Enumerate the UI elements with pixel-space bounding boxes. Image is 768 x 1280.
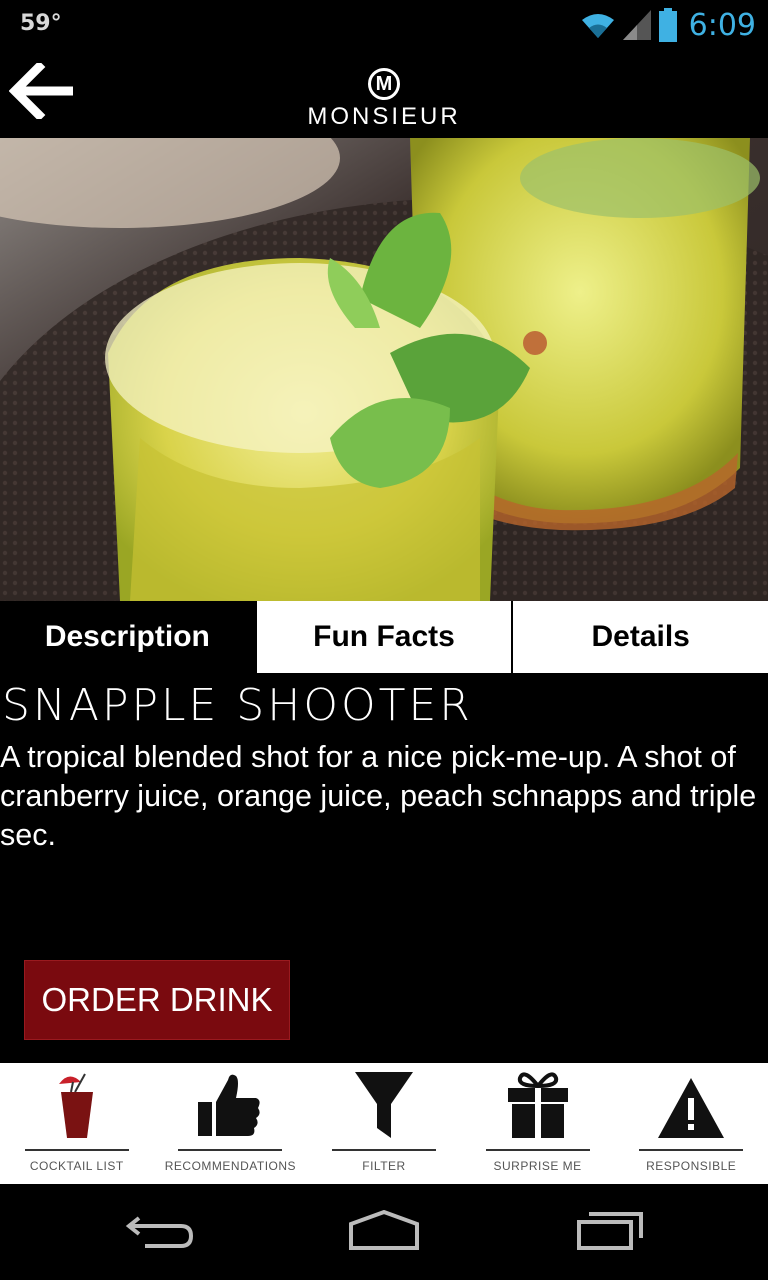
nav-label: COCKTAIL LIST [29, 1159, 124, 1173]
nav-underline [485, 1149, 590, 1151]
system-home-icon [347, 1209, 421, 1255]
status-bar: 59° 6:09 [0, 0, 768, 50]
brand-mark: M [368, 68, 400, 100]
nav-surprise-me[interactable]: SURPRISE ME [461, 1063, 615, 1184]
bottom-nav: COCKTAIL LIST RECOMMENDATIONS FILTER SUR… [0, 1063, 768, 1184]
tab-fun-facts[interactable]: Fun Facts [254, 601, 512, 673]
nav-label: RECOMMENDATIONS [164, 1159, 297, 1173]
nav-label: FILTER [362, 1159, 406, 1173]
gift-icon [507, 1072, 568, 1143]
system-back-icon [125, 1212, 195, 1253]
drink-photo [0, 138, 768, 601]
tab-description[interactable]: Description [0, 601, 255, 673]
system-recents-icon [575, 1210, 645, 1255]
system-nav-bar [0, 1184, 768, 1280]
nav-underline [178, 1149, 283, 1151]
thumbs-up-icon [198, 1072, 262, 1143]
system-home-button[interactable] [329, 1206, 439, 1258]
nav-label: SURPRISE ME [493, 1159, 582, 1173]
battery-icon [658, 8, 677, 42]
clock: 6:09 [688, 7, 756, 43]
tab-details[interactable]: Details [511, 601, 768, 673]
drink-description: A tropical blended shot for a nice pick-… [0, 740, 757, 852]
signal-icon [622, 10, 651, 40]
temperature-readout: 59° [20, 11, 62, 36]
nav-filter[interactable]: FILTER [307, 1063, 461, 1184]
order-drink-button[interactable]: ORDER DRINK [24, 960, 290, 1040]
drink-title: SNAPPLE SHOOTER [2, 680, 473, 731]
nav-cocktail-list[interactable]: COCKTAIL LIST [0, 1063, 154, 1184]
status-icons: 6:09 [581, 7, 756, 43]
warning-icon [658, 1078, 725, 1143]
nav-underline [331, 1149, 436, 1151]
system-back-button[interactable] [105, 1206, 215, 1258]
nav-responsible[interactable]: RESPONSIBLE [614, 1063, 768, 1184]
nav-label: RESPONSIBLE [646, 1159, 737, 1173]
nav-underline [639, 1149, 744, 1151]
app-header: M MONSIEUR [0, 50, 768, 138]
system-recents-button[interactable] [555, 1206, 665, 1258]
nav-recommendations[interactable]: RECOMMENDATIONS [154, 1063, 308, 1184]
back-button[interactable] [4, 60, 80, 126]
cocktail-glass-icon [55, 1070, 99, 1143]
tab-bar: Description Fun Facts Details [0, 601, 768, 673]
brand-name: MONSIEUR [307, 103, 461, 130]
funnel-icon [354, 1072, 413, 1143]
brand-logo: M MONSIEUR [270, 68, 498, 131]
wifi-icon [581, 12, 615, 38]
nav-underline [24, 1149, 129, 1151]
back-arrow-icon [8, 60, 75, 124]
